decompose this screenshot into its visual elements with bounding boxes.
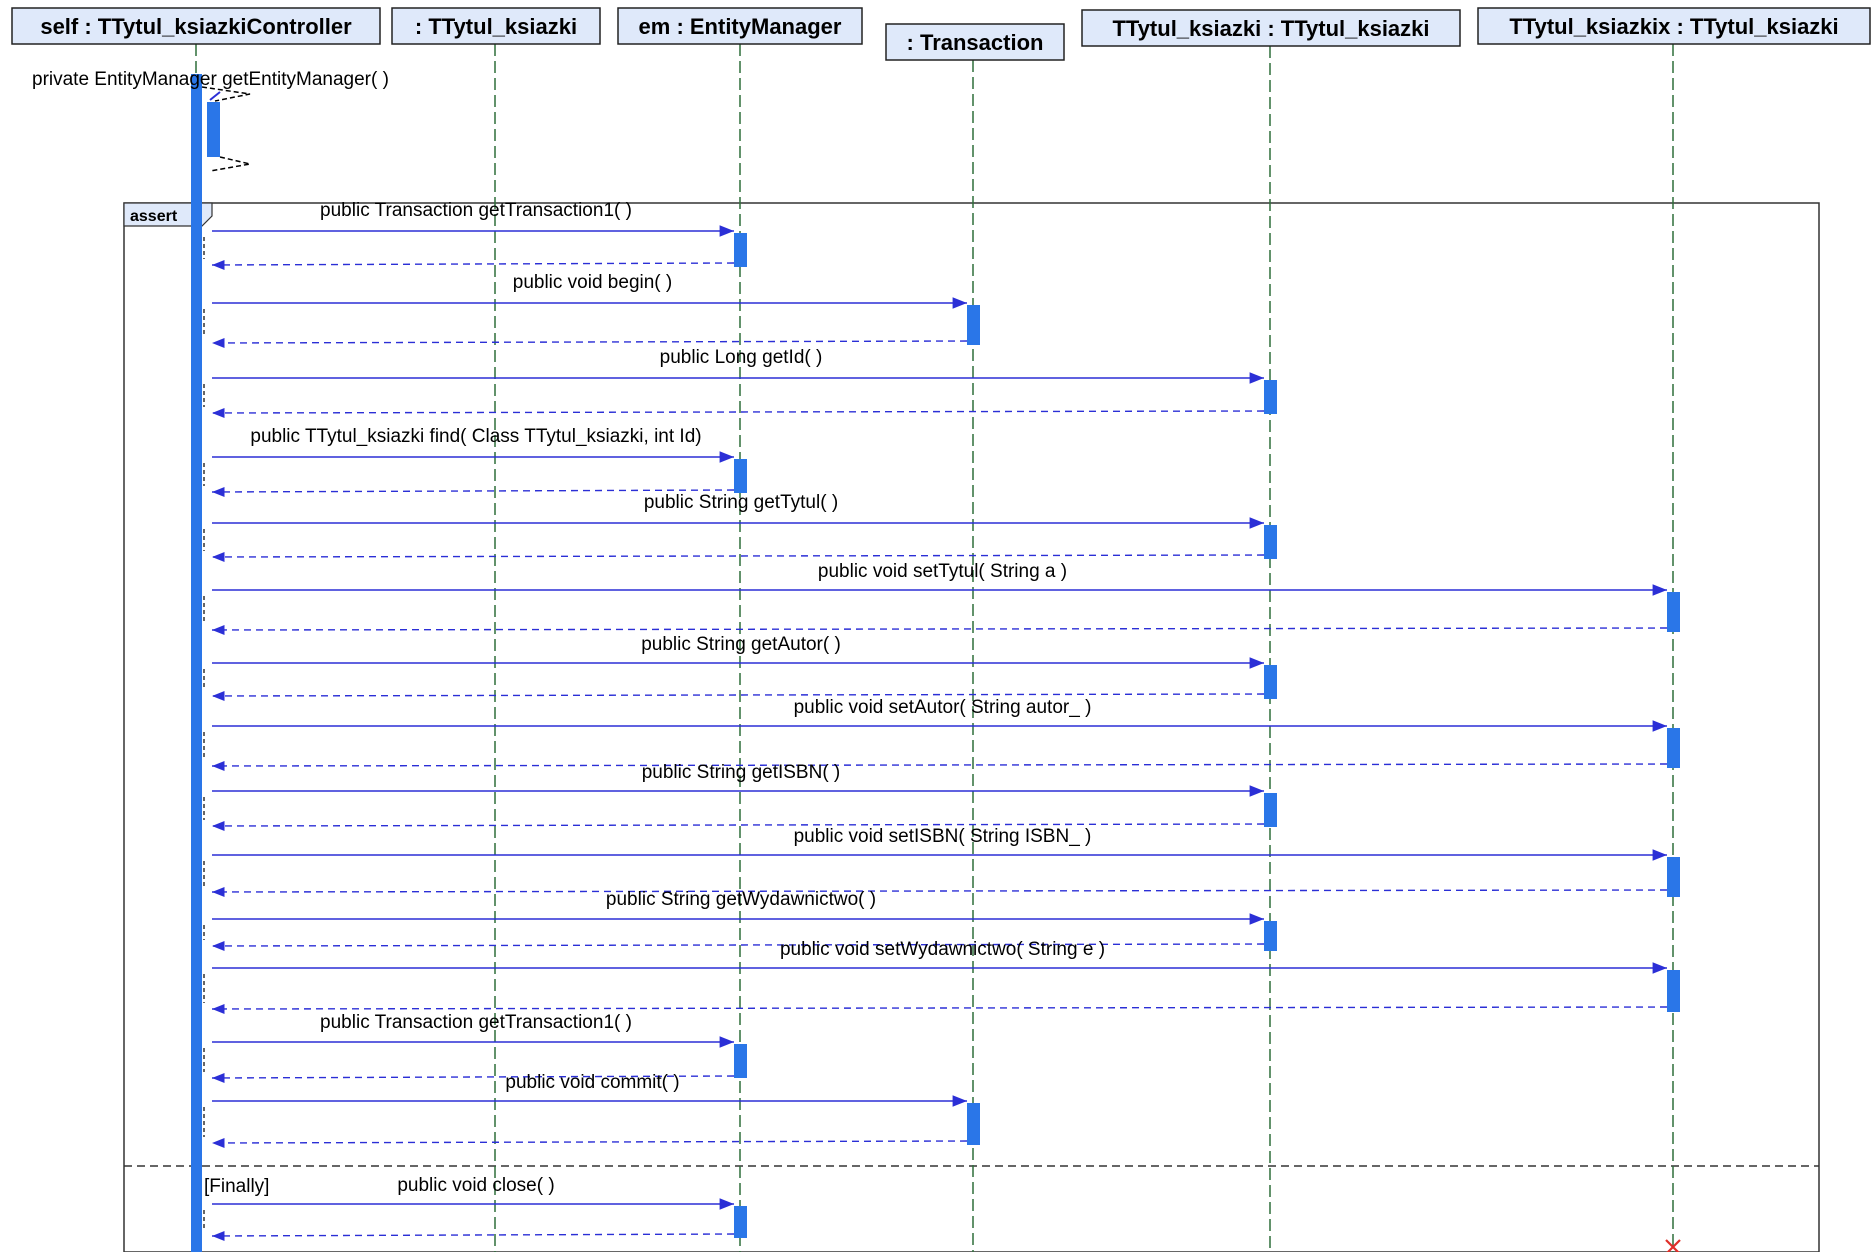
lifeline-header-tx2: TTytul_ksiazkix : TTytul_ksiazki [1477,7,1871,45]
message-label: public void begin( ) [513,272,672,293]
header-label: : TTytul_ksiazki [415,14,577,39]
activation-tx2 [1667,728,1680,768]
activation-tx [967,1103,980,1145]
return-arrow [211,1003,1668,1015]
return-arrow [211,1137,968,1149]
self-call-arrowhead [209,91,221,101]
message-label: public void setWydawnictwo( String e ) [780,939,1105,960]
message-10: public void setISBN( String ISBN_ ) [203,826,1680,898]
combined-fragment: assert [Finally] [123,202,1820,1252]
activation-tx2 [1667,592,1680,632]
lifeline-header-tt: TTytul_ksiazki : TTytul_ksiazki [1081,9,1461,47]
activation-em [734,1206,747,1238]
header-label: TTytul_ksiazki : TTytul_ksiazki [1112,16,1429,41]
return-arrow [211,886,1668,898]
message-14: public void commit( ) [203,1072,980,1149]
return-arrow [211,690,1265,702]
activation-tx2 [1667,857,1680,897]
activation-tt [1264,525,1277,559]
message-label: public Transaction getTransaction1( ) [320,1012,632,1033]
activation-em [734,233,747,267]
header-label: em : EntityManager [639,14,842,39]
message-label: public void setTytul( String a ) [818,561,1067,582]
return-arrow [211,337,968,349]
fragment-frame [123,202,1820,1252]
message-label: public void commit( ) [505,1072,679,1093]
lifeline-header-tk: : TTytul_ksiazki [391,7,601,45]
activation-tt [1264,793,1277,827]
message-label: public void close( ) [397,1175,554,1196]
return-arrow [211,940,1265,952]
header-label: TTytul_ksiazkix : TTytul_ksiazki [1509,14,1838,39]
message-label: public void setAutor( String autor_ ) [794,697,1092,718]
lifeline-header-em: em : EntityManager [617,7,863,45]
fragment-operator: assert [130,208,178,225]
message-label: public Transaction getTransaction1( ) [320,200,632,221]
message-label: public TTytul_ksiazki find( Class TTytul… [250,426,701,447]
message-label: public String getAutor( ) [641,634,841,655]
message-6: public void setTytul( String a ) [203,561,1680,636]
message-label: public Long getId( ) [660,347,823,368]
activation-em [734,1044,747,1078]
message-label: public String getISBN( ) [642,762,841,783]
self-call-getEntityManager: private EntityManager getEntityManager( … [32,69,389,172]
message-15: public void close( ) [203,1175,747,1241]
header-label: : Transaction [907,30,1044,55]
message-label: public String getTytul( ) [644,492,838,513]
return-arrow [211,259,735,270]
lifeline-header-tx: : Transaction [885,23,1065,61]
message-8: public void setAutor( String autor_ ) [203,697,1680,772]
activation-tt [1264,380,1277,414]
message-4: public TTytul_ksiazki find( Class TTytul… [203,426,747,497]
fragment-guard: [Finally] [204,1176,269,1197]
activation-self [191,74,202,1252]
self-call-label: private EntityManager getEntityManager( … [32,69,389,90]
return-arrow [211,760,1668,772]
return-arrow [211,551,1265,563]
activation-self-nested [207,102,220,157]
return-arrow [211,407,1265,419]
sequence-diagram: assert [Finally] self : TTytul_ksiazkiCo… [11,7,1871,1252]
message-13: public Transaction getTransaction1( ) [203,1012,747,1083]
message-label: public void setISBN( String ISBN_ ) [794,826,1092,847]
return-arrow [211,624,1668,636]
self-call-return [209,156,251,172]
lifeline-header-self: self : TTytul_ksiazkiController [11,7,381,45]
activation-tx2 [1667,970,1680,1012]
message-1: public Transaction getTransaction1( ) [203,200,747,270]
message-2: public void begin( ) [203,272,980,349]
return-arrow [211,820,1265,832]
header-label: self : TTytul_ksiazkiController [40,14,352,39]
activation-em [734,459,747,493]
message-12: public void setWydawnictwo( String e ) [203,939,1680,1015]
activation-tt [1264,665,1277,699]
return-arrow [211,1230,735,1241]
activation-tx [967,305,980,345]
activation-tt [1264,921,1277,951]
message-label: public String getWydawnictwo( ) [606,889,876,910]
